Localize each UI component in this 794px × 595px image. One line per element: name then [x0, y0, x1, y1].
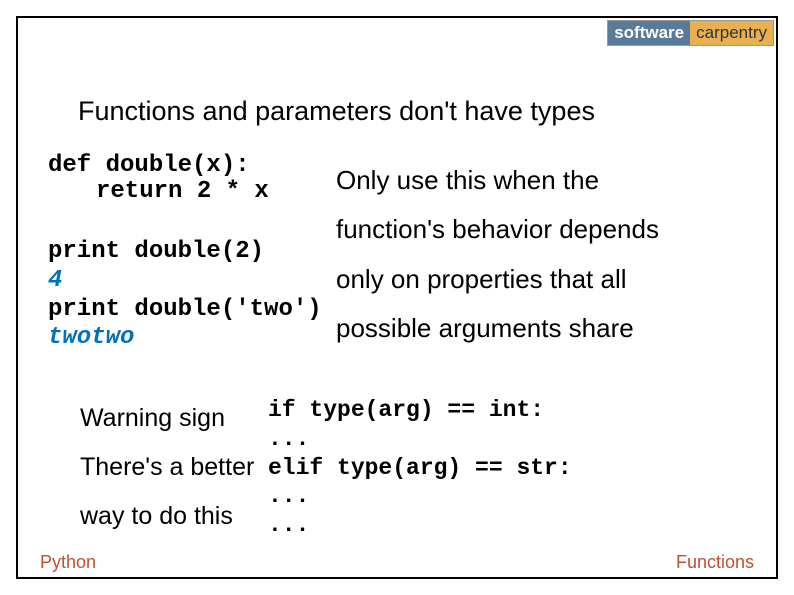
code-output: twotwo: [48, 324, 322, 353]
text-line: possible arguments share: [336, 304, 659, 353]
text-line: only on properties that all: [336, 255, 659, 304]
code-def-double: def double(x): return 2 * x: [48, 153, 269, 206]
footer-right: Functions: [676, 552, 754, 573]
text-line: Only use this when the: [336, 156, 659, 205]
text-line: There's a better: [80, 443, 254, 492]
logo: software carpentry: [607, 20, 774, 46]
code-line: if type(arg) == int:: [268, 396, 572, 425]
code-line: print double(2): [48, 238, 322, 267]
slide-frame: software carpentry Functions and paramet…: [16, 16, 778, 579]
code-output: 4: [48, 267, 322, 296]
footer-left: Python: [40, 552, 96, 573]
text-line: way to do this: [80, 492, 254, 541]
code-line: elif type(arg) == str:: [268, 454, 572, 483]
code-line: ...: [268, 425, 572, 454]
code-usage: print double(2) 4 print double('two') tw…: [48, 238, 322, 353]
code-line: print double('two'): [48, 296, 322, 325]
text-line: function's behavior depends: [336, 205, 659, 254]
code-line: return 2 * x: [48, 179, 269, 205]
code-line: def double(x):: [48, 153, 269, 179]
slide-title: Functions and parameters don't have type…: [78, 96, 595, 127]
description-text: Only use this when the function's behavi…: [336, 156, 659, 354]
code-line: ...: [268, 482, 572, 511]
warning-text: Warning sign There's a better way to do …: [80, 394, 254, 540]
code-line: ...: [268, 511, 572, 540]
logo-left: software: [608, 21, 690, 45]
logo-right: carpentry: [690, 21, 773, 45]
text-line: Warning sign: [80, 394, 254, 443]
code-type-check: if type(arg) == int: ... elif type(arg) …: [268, 396, 572, 540]
